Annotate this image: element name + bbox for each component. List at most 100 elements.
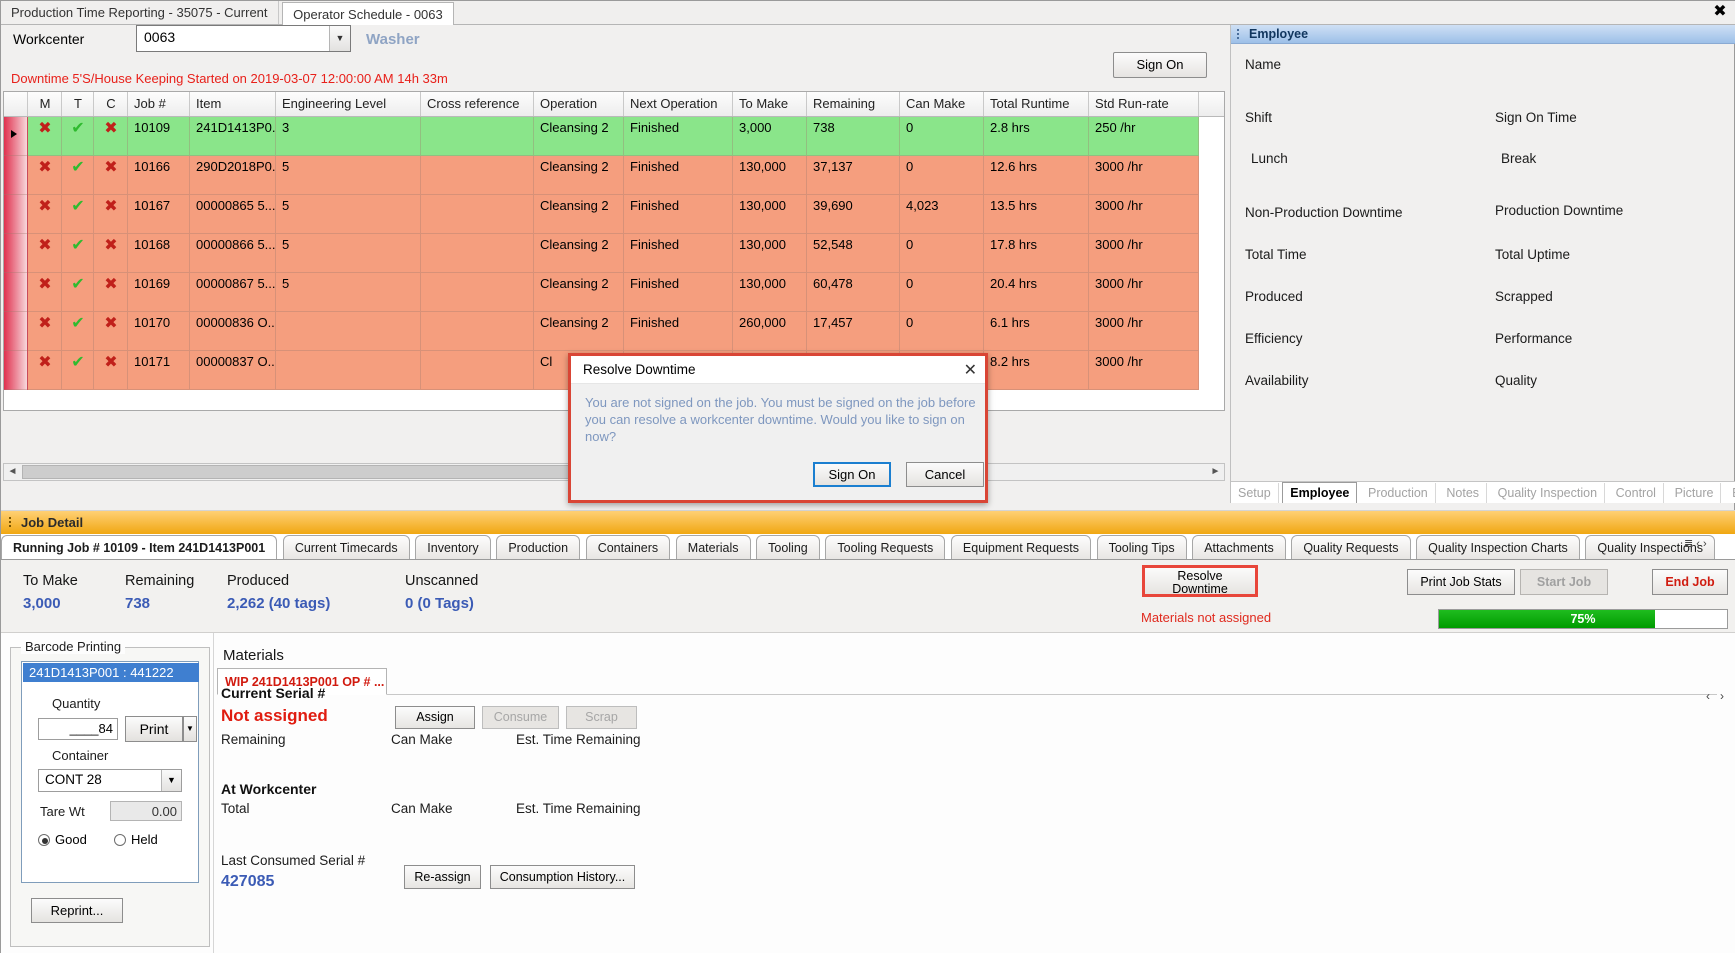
cross-icon[interactable]: ✖ [104,352,117,371]
re-assign-button[interactable]: Re-assign [404,865,481,889]
grid-header-can-make[interactable]: Can Make [900,92,984,116]
cross-icon[interactable]: ✖ [104,313,117,332]
row-selector[interactable] [4,351,28,390]
cross-icon[interactable]: ✖ [104,157,117,176]
radio-good[interactable]: Good [38,832,87,847]
consume-button[interactable]: Consume [482,706,559,729]
print-button[interactable]: Print [125,716,183,742]
table-row[interactable]: ✖ ✔ ✖ 10167 00000865 5... 5 Cleansing 2 … [4,195,1224,234]
radio-held[interactable]: Held [114,832,158,847]
chevron-down-icon[interactable]: ▼ [161,770,181,791]
cross-icon[interactable]: ✖ [104,196,117,215]
tab-attachments[interactable]: Attachments [1192,535,1286,559]
grid-header-job[interactable]: Job # [128,92,190,116]
end-job-button[interactable]: End Job [1652,569,1728,595]
dialog-close-icon[interactable]: ✕ [964,360,977,380]
cross-icon[interactable]: ✖ [104,235,117,254]
cross-icon[interactable]: ✖ [38,157,51,176]
tab-quality-inspection-charts[interactable]: Quality Inspection Charts [1416,535,1580,559]
table-row[interactable]: ✖ ✔ ✖ 10170 00000836 O... Cleansing 2 Fi… [4,312,1224,351]
materials-tab-nav[interactable]: ‹ › [1706,689,1724,703]
tab-production[interactable]: Production [496,535,581,559]
start-job-button[interactable]: Start Job [1520,569,1608,595]
cross-icon[interactable]: ✖ [38,196,51,215]
tab-quality-requests[interactable]: Quality Requests [1291,535,1411,559]
container-select[interactable]: CONT 28 ▼ [38,769,182,792]
materials-next-icon[interactable]: › [1720,689,1724,703]
check-icon[interactable]: ✔ [71,274,84,293]
reprint-button[interactable]: Reprint... [31,898,123,923]
cross-icon[interactable]: ✖ [38,235,51,254]
resolve-downtime-button[interactable]: Resolve Downtime [1142,565,1258,597]
sign-on-button[interactable]: Sign On [1113,52,1207,78]
grid-header-t[interactable]: T [62,92,94,116]
drag-grip-icon[interactable] [1237,29,1239,40]
row-selector[interactable] [4,273,28,312]
grid-header-c[interactable]: C [94,92,128,116]
tab-inventory[interactable]: Inventory [415,535,491,559]
check-icon[interactable]: ✔ [71,157,84,176]
grid-header-total-runtime[interactable]: Total Runtime [984,92,1089,116]
tab-tooling-requests[interactable]: Tooling Requests [825,535,946,559]
table-row[interactable]: ✖ ✔ ✖ 10166 290D2018P0... 5 Cleansing 2 … [4,156,1224,195]
materials-prev-icon[interactable]: ‹ [1706,689,1710,703]
chevron-down-icon[interactable]: ▼ [329,26,350,51]
scroll-right-icon[interactable]: ► [1207,464,1224,480]
window-tab-operator-schedule[interactable]: Operator Schedule - 0063 [282,2,454,26]
dialog-sign-on-button[interactable]: Sign On [813,462,891,487]
check-icon[interactable]: ✔ [71,352,84,371]
drag-grip-icon[interactable] [9,517,11,529]
tab-setup[interactable]: Setup [1231,483,1279,503]
quantity-input[interactable]: ____84 [38,718,118,740]
assign-button[interactable]: Assign [395,706,475,729]
grid-header-item[interactable]: Item [190,92,276,116]
grid-header-m[interactable]: M [28,92,62,116]
tab-employee[interactable]: Employee [1282,482,1358,503]
dialog-cancel-button[interactable]: Cancel [906,462,984,487]
tab-containers[interactable]: Containers [585,535,671,559]
cross-icon[interactable]: ✖ [104,118,117,137]
tabs-overflow-icon[interactable]: ≣ [1684,538,1693,550]
tab-quality-inspection[interactable]: Quality Inspection [1491,483,1606,503]
check-icon[interactable]: ✔ [71,235,84,254]
grid-header-std-run-rate[interactable]: Std Run-rate [1089,92,1199,116]
check-icon[interactable]: ✔ [71,118,84,137]
job-tabs-nav[interactable]: ≣ ‹ › [1684,537,1730,557]
cross-icon[interactable]: ✖ [38,313,51,332]
grid-header-engineering-level[interactable]: Engineering Level [276,92,421,116]
tab-tooling[interactable]: Tooling [756,535,820,559]
tab-equipment-requests[interactable]: Equipment Requests [950,535,1091,559]
cross-icon[interactable]: ✖ [104,274,117,293]
close-icon[interactable]: ✖ [1709,2,1731,22]
tab-tooling-tips[interactable]: Tooling Tips [1096,535,1187,559]
tabs-next-icon[interactable]: › [1703,538,1707,550]
tab-production[interactable]: Production [1361,483,1436,503]
workcenter-select[interactable]: 0063 ▼ [136,25,351,52]
print-job-stats-button[interactable]: Print Job Stats [1407,569,1515,595]
row-selector[interactable] [4,156,28,195]
window-tab-production-time-reporting[interactable]: Production Time Reporting - 35075 - Curr… [1,1,279,24]
tabs-prev-icon[interactable]: ‹ [1696,538,1700,550]
consumption-history-button[interactable]: Consumption History... [490,865,635,889]
cross-icon[interactable]: ✖ [38,118,51,137]
cross-icon[interactable]: ✖ [38,274,51,293]
check-icon[interactable]: ✔ [71,313,84,332]
tab-control[interactable]: Control [1609,483,1664,503]
row-selector[interactable] [4,195,28,234]
tab-running-job[interactable]: Running Job # 10109 - Item 241D1413P001 [1,535,278,559]
grid-header-remaining[interactable]: Remaining [807,92,900,116]
table-row[interactable]: ✖ ✔ ✖ 10168 00000866 5... 5 Cleansing 2 … [4,234,1224,273]
grid-header-cross-reference[interactable]: Cross reference [421,92,534,116]
check-icon[interactable]: ✔ [71,196,84,215]
tab-current-timecards[interactable]: Current Timecards [282,535,410,559]
table-row[interactable]: ✖ ✔ ✖ 10169 00000867 5... 5 Cleansing 2 … [4,273,1224,312]
print-dropdown-icon[interactable]: ▼ [183,716,197,742]
tab-materials[interactable]: Materials [675,535,751,559]
tab-notes[interactable]: Notes [1439,483,1488,503]
row-selector[interactable] [4,234,28,273]
row-selector[interactable] [4,312,28,351]
scrap-button[interactable]: Scrap [566,706,637,729]
table-row[interactable]: ✖ ✔ ✖ 10109 241D1413P0... 3 Cleansing 2 … [4,117,1224,156]
tab-equipment[interactable]: Equipment [1725,483,1735,503]
tab-picture[interactable]: Picture [1668,483,1722,503]
